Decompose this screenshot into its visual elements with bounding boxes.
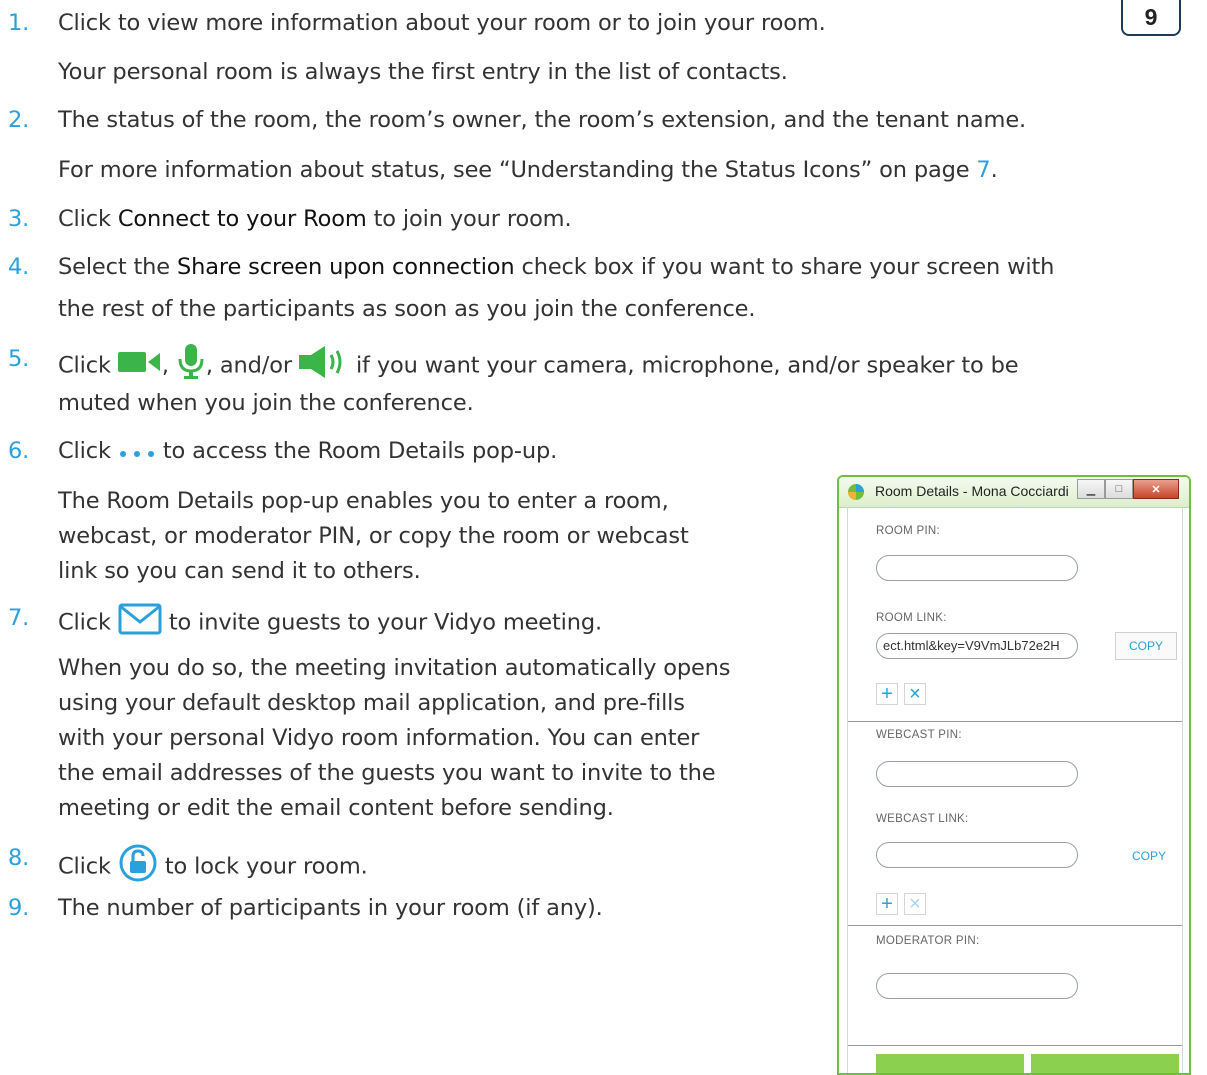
step-text: the rest of the participants as soon as … xyxy=(58,294,756,324)
text-run: Click to view more information about you… xyxy=(58,10,826,36)
step-number: 1. xyxy=(8,10,30,36)
step-number: 2. xyxy=(8,107,30,133)
room-link-input[interactable]: ect.html&key=V9VmJLb72e2H xyxy=(876,633,1078,659)
room-link-label: ROOM LINK: xyxy=(876,612,947,624)
moderator-pin-input[interactable] xyxy=(876,973,1078,999)
webcast-link-input[interactable] xyxy=(876,842,1078,868)
text-run: to join your room. xyxy=(366,206,572,232)
text-run: Click xyxy=(58,206,118,232)
webcast-link-copy-button[interactable]: COPY xyxy=(1132,849,1166,863)
step-text: Click to lock your room. xyxy=(58,843,368,891)
step-text: For more information about status, see “… xyxy=(58,155,998,185)
step-text: Click to invite guests to your Vidyo mee… xyxy=(58,603,602,643)
more-dots-icon xyxy=(118,437,156,467)
step-text: The status of the room, the room’s owner… xyxy=(58,105,1026,135)
text-run: , xyxy=(161,352,176,379)
text-run: the rest of the participants as soon as … xyxy=(58,296,756,322)
text-run: check box if you want to share your scre… xyxy=(514,254,1055,280)
speaker-icon xyxy=(298,346,349,386)
text-run: The status of the room, the room’s owner… xyxy=(58,107,1027,133)
text-run: Your personal room is always the first e… xyxy=(58,59,788,85)
step-number: 7. xyxy=(8,605,30,631)
step-text: using your default desktop mail applicat… xyxy=(58,688,685,718)
text-run: Click xyxy=(58,438,118,464)
divider xyxy=(848,1045,1182,1046)
text-run: . xyxy=(990,157,998,183)
dialog-right-button[interactable] xyxy=(1031,1054,1179,1073)
step-text: link so you can send it to others. xyxy=(58,556,421,586)
microphone-icon xyxy=(176,344,206,388)
text-run: webcast, or moderator PIN, or copy the r… xyxy=(58,523,689,549)
text-run: the email addresses of the guests you wa… xyxy=(58,760,716,786)
text-run: if you want your camera, microphone, and… xyxy=(348,352,1019,379)
dialog-left-button[interactable] xyxy=(876,1054,1024,1073)
step-text: webcast, or moderator PIN, or copy the r… xyxy=(58,521,689,551)
ui-label-highlight: Share screen upon connection xyxy=(177,254,515,280)
dialog-body: ROOM PIN: ROOM LINK: ect.html&key=V9VmJL… xyxy=(847,507,1183,1073)
text-run: to access the Room Details pop-up. xyxy=(155,438,558,464)
vidyo-logo-icon xyxy=(847,483,865,506)
step-text: with your personal Vidyo room informatio… xyxy=(58,723,699,753)
remove-webcast-pin-button[interactable]: × xyxy=(904,893,926,915)
step-text: the email addresses of the guests you wa… xyxy=(58,758,716,788)
room-pin-input[interactable] xyxy=(876,555,1078,581)
room-details-dialog: Room Details - Mona Cocciardi ▁ □ ✕ ROOM… xyxy=(837,475,1191,1075)
dialog-title: Room Details - Mona Cocciardi xyxy=(875,483,1069,499)
close-button[interactable]: ✕ xyxy=(1133,479,1179,499)
text-run: Click xyxy=(58,609,118,636)
add-room-pin-button[interactable]: + xyxy=(876,683,898,705)
text-run: muted when you join the conference. xyxy=(58,390,474,416)
webcast-link-label: WEBCAST LINK: xyxy=(876,813,969,825)
remove-room-pin-button[interactable]: × xyxy=(904,683,926,705)
divider xyxy=(848,721,1182,722)
add-webcast-pin-button[interactable]: + xyxy=(876,893,898,915)
text-run: meeting or edit the email content before… xyxy=(58,795,614,821)
step-text: Click to view more information about you… xyxy=(58,8,826,38)
text-run: When you do so, the meeting invitation a… xyxy=(58,655,731,681)
camera-icon xyxy=(117,349,162,383)
envelope-icon xyxy=(118,603,162,643)
dialog-titlebar: Room Details - Mona Cocciardi ▁ □ ✕ xyxy=(839,477,1189,508)
text-run: link so you can send it to others. xyxy=(58,558,421,584)
text-run: The Room Details pop-up enables you to e… xyxy=(58,488,669,514)
maximize-button[interactable]: □ xyxy=(1105,479,1133,499)
text-run: , and/or xyxy=(205,352,299,379)
step-text: Click , , and/or if you want your camera… xyxy=(58,344,1019,388)
page-number-badge: 9 xyxy=(1121,0,1181,36)
text-run: For more information about status, see “… xyxy=(58,157,977,183)
divider xyxy=(848,925,1182,926)
step-number: 5. xyxy=(8,346,30,372)
minimize-button[interactable]: ▁ xyxy=(1077,479,1105,499)
step-text: Select the Share screen upon connection … xyxy=(58,252,1054,282)
text-run: Select the xyxy=(58,254,177,280)
room-pin-label: ROOM PIN: xyxy=(876,525,941,537)
step-text: muted when you join the conference. xyxy=(58,388,474,418)
step-text: The number of participants in your room … xyxy=(58,893,603,923)
step-text: When you do so, the meeting invitation a… xyxy=(58,653,731,683)
text-run: to lock your room. xyxy=(157,853,368,880)
step-text: Your personal room is always the first e… xyxy=(58,57,788,87)
text-run: The number of participants in your room … xyxy=(58,895,603,921)
text-run: 7 xyxy=(976,157,991,183)
moderator-pin-label: MODERATOR PIN: xyxy=(876,935,980,947)
text-run: Click xyxy=(58,853,118,880)
text-run: using your default desktop mail applicat… xyxy=(58,690,685,716)
step-text: The Room Details pop-up enables you to e… xyxy=(58,486,669,516)
text-run: to invite guests to your Vidyo meeting. xyxy=(161,609,602,636)
lock-icon xyxy=(118,843,158,891)
text-run: Click xyxy=(58,352,118,379)
webcast-pin-label: WEBCAST PIN: xyxy=(876,729,962,741)
step-number: 9. xyxy=(8,895,30,921)
step-number: 8. xyxy=(8,845,30,871)
step-number: 4. xyxy=(8,254,30,280)
step-text: Click Connect to your Room to join your … xyxy=(58,204,572,234)
step-text: meeting or edit the email content before… xyxy=(58,793,614,823)
step-text: Click to access the Room Details pop-up. xyxy=(58,436,557,467)
webcast-pin-input[interactable] xyxy=(876,761,1078,787)
room-link-copy-button[interactable]: COPY xyxy=(1115,632,1177,660)
ui-label-highlight: Connect to your Room xyxy=(117,206,367,232)
text-run: with your personal Vidyo room informatio… xyxy=(58,725,700,751)
step-number: 6. xyxy=(8,438,30,464)
step-number: 3. xyxy=(8,206,30,232)
